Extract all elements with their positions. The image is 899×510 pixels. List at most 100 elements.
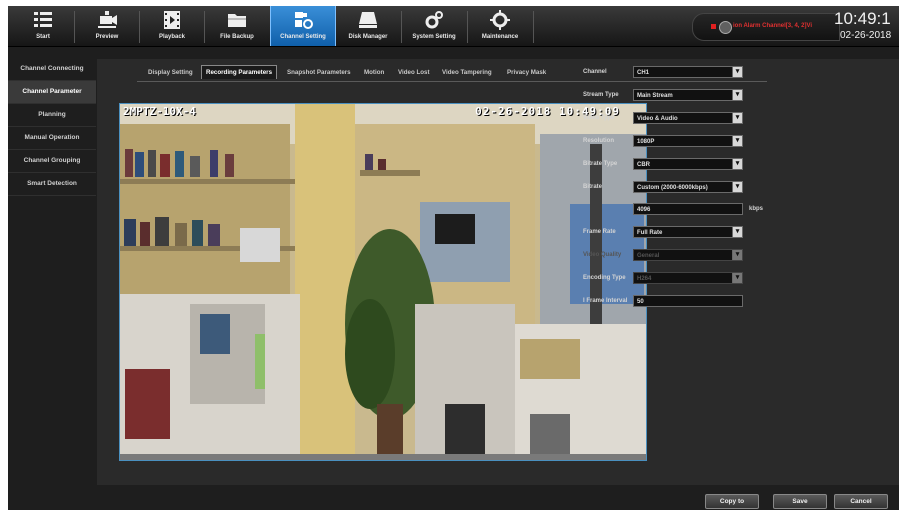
tab-video-tampering[interactable]: Video Tampering [442,69,492,76]
stream-type-label: Stream Type [583,92,619,98]
camera-preview[interactable]: 2MPTZ-10X-4 02-26-2018 10:49:09 [119,103,647,461]
bitrate-label: Bitrate [583,184,603,190]
alarm-bell-icon [719,21,732,34]
frame-rate-select[interactable]: Full Rate ▾ [633,226,743,238]
bitrate-unit: kbps [749,206,764,212]
gear-icon [490,10,510,30]
chevron-down-icon: ▾ [732,113,742,123]
toolbar-system-setting-button[interactable]: System Setting [402,6,466,46]
menu-list-icon [34,12,52,27]
bitrate-custom-input[interactable]: 4096 [633,203,743,215]
alarm-indicator-icon [711,24,716,29]
sidebar-item-planning[interactable]: Planning [8,104,96,127]
toolbar-playback-label: Playback [158,34,186,40]
chevron-down-icon: ▾ [732,250,742,260]
toolbar-file-backup-button[interactable]: File Backup [205,6,269,46]
chevron-down-icon: ▾ [732,227,742,237]
resolution-value: 1080P [637,139,655,145]
clock-time: 10:49:1 [834,9,891,28]
camera-gear-icon [295,12,313,29]
resolution-row: Resolution 1080P ▾ [583,135,813,149]
camera-name-osd: 2MPTZ-10X-4 [123,105,196,118]
save-button[interactable]: Save [773,494,827,509]
sidebar: Channel Connecting Channel Parameter Pla… [8,58,96,196]
alarm-ticker[interactable]: ion Alarm Channel[3, 4, 2]Vi [692,13,840,41]
toolbar-start-label: Start [36,34,50,40]
video-type-value: Video & Audio [637,116,678,122]
tab-recording-parameters[interactable]: Recording Parameters [201,65,278,79]
sidebar-item-channel-connecting[interactable]: Channel Connecting [8,58,96,81]
stream-type-row: Stream Type Main Stream ▾ [583,89,813,103]
toolbar-preview-button[interactable]: Preview [75,6,139,46]
encoding-type-value: H264 [637,276,652,282]
sidebar-item-channel-grouping[interactable]: Channel Grouping [8,150,96,173]
frame-rate-value: Full Rate [637,230,663,236]
channel-label: Channel [583,69,607,75]
resolution-label: Resolution [583,138,614,144]
tab-privacy-mask[interactable]: Privacy Mask [507,69,546,76]
frame-rate-label: Frame Rate [583,229,616,235]
cancel-button[interactable]: Cancel [834,494,888,509]
toolbar-system-setting-label: System Setting [412,34,456,40]
toolbar-maintenance-button[interactable]: Maintenance [468,6,532,46]
top-toolbar: Start Preview Playback File Backup Chann… [8,6,899,47]
chevron-down-icon: ▾ [732,67,742,77]
camera-scene-image [120,104,646,460]
tab-video-lost[interactable]: Video Lost [398,69,430,76]
bitrate-custom-row: 4096 kbps [583,203,813,217]
camera-icon [98,11,117,28]
channel-row: Channel CH1 ▾ [583,66,813,80]
i-frame-interval-input[interactable]: 50 [633,295,743,307]
alarm-text: ion Alarm Channel[3, 4, 2]Vi [733,23,813,29]
bitrate-type-label: Bitrate Type [583,161,618,167]
bitrate-type-row: Bitrate Type CBR ▾ [583,158,813,172]
stream-type-value: Main Stream [637,93,673,99]
toolbar-disk-manager-button[interactable]: Disk Manager [336,6,400,46]
bitrate-select[interactable]: Custom (2000-6000kbps) ▾ [633,181,743,193]
tab-display-setting[interactable]: Display Setting [148,69,193,76]
toolbar-channel-setting-button[interactable]: Channel Setting [270,6,336,46]
bitrate-value: Custom (2000-6000kbps) [637,185,708,191]
chevron-down-icon: ▾ [732,159,742,169]
bitrate-type-select[interactable]: CBR ▾ [633,158,743,170]
encoding-type-row: Encoding Type H264 ▾ [583,272,813,286]
sidebar-item-smart-detection[interactable]: Smart Detection [8,173,96,196]
channel-select[interactable]: CH1 ▾ [633,66,743,78]
video-type-select[interactable]: Video & Audio ▾ [633,112,743,124]
sidebar-item-channel-parameter[interactable]: Channel Parameter [8,81,96,104]
toolbar-channel-setting-label: Channel Setting [280,34,326,40]
gears-icon [425,11,443,29]
toolbar-disk-manager-label: Disk Manager [348,34,388,40]
bitrate-custom-value: 4096 [637,207,651,213]
video-quality-label: Video Quality [583,252,622,258]
toolbar-maintenance-label: Maintenance [481,34,519,40]
clock-date: 02-26-2018 [840,30,892,41]
encoding-type-select: H264 ▾ [633,272,743,284]
folder-icon [228,14,246,27]
video-quality-select: General ▾ [633,249,743,261]
bitrate-row: Bitrate Custom (2000-6000kbps) ▾ [583,181,813,195]
copy-to-button[interactable]: Copy to [705,494,759,509]
i-frame-interval-label: I Frame Interval [583,298,628,304]
film-icon [164,11,180,29]
i-frame-interval-value: 50 [637,299,644,305]
sidebar-item-manual-operation[interactable]: Manual Operation [8,127,96,150]
bitrate-type-value: CBR [637,162,650,168]
frame-rate-row: Frame Rate Full Rate ▾ [583,226,813,240]
chevron-down-icon: ▾ [732,182,742,192]
channel-value: CH1 [637,70,650,76]
video-type-row: Video Type Video & Audio ▾ [583,112,813,126]
stream-type-select[interactable]: Main Stream ▾ [633,89,743,101]
dvr-app-window: Start Preview Playback File Backup Chann… [8,6,899,510]
resolution-select[interactable]: 1080P ▾ [633,135,743,147]
chevron-down-icon: ▾ [732,273,742,283]
toolbar-playback-button[interactable]: Playback [140,6,204,46]
encoding-type-label: Encoding Type [583,275,626,281]
tab-motion[interactable]: Motion [364,69,384,76]
video-type-label: Video Type [583,115,615,121]
tab-snapshot-parameters[interactable]: Snapshot Parameters [287,69,351,76]
disk-icon [359,12,377,28]
i-frame-interval-row: I Frame Interval 50 [583,295,813,309]
toolbar-file-backup-label: File Backup [220,34,254,40]
toolbar-start-button[interactable]: Start [11,6,75,46]
